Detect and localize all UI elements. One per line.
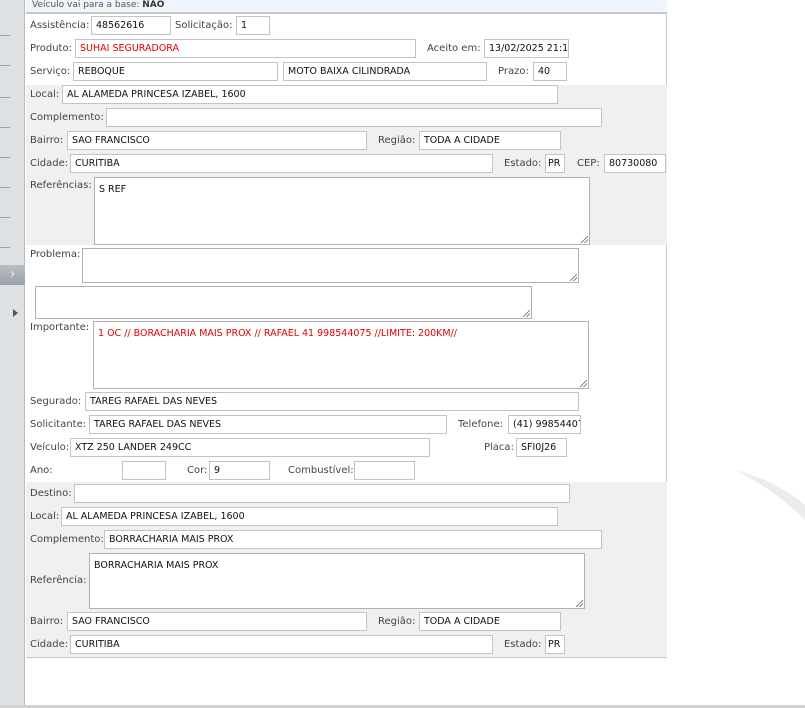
dest-cidade-field[interactable]: CURITIBA [70, 635, 493, 654]
watermark-arc [735, 470, 805, 520]
dest-complemento-label: Complemento: [30, 534, 104, 545]
referencias-label: Referências: [30, 180, 92, 191]
prazo-field[interactable]: 40 [533, 62, 567, 81]
cidade-field[interactable]: CURITIBA [70, 154, 493, 173]
prazo-label: Prazo: [498, 66, 529, 77]
servico-field[interactable]: REBOQUE [73, 62, 278, 81]
dest-referencia-textarea[interactable]: BORRACHARIA MAIS PROX [89, 553, 585, 609]
divider [0, 127, 10, 128]
divider [0, 247, 10, 248]
dest-cidade-label: Cidade: [30, 639, 69, 650]
importante-textarea[interactable]: 1 OC // BORACHARIA MAIS PROX // RAFAEL 4… [93, 321, 589, 389]
telefone-label: Telefone: [458, 419, 503, 430]
servico-tipo-field[interactable]: MOTO BAIXA CILINDRADA [283, 62, 487, 81]
dest-local-field[interactable]: AL ALAMEDA PRINCESA IZABEL, 1600 [61, 507, 558, 526]
combustivel-field[interactable] [354, 461, 415, 480]
divider [0, 97, 10, 98]
placa-field[interactable]: SFI0J26 [516, 438, 567, 457]
cidade-label: Cidade: [30, 158, 69, 169]
dest-regiao-label: Região: [378, 616, 416, 627]
cor-field[interactable]: 9 [209, 461, 270, 480]
bairro-field[interactable]: SAO FRANCISCO [67, 131, 367, 150]
destino-label: Destino: [30, 488, 72, 499]
local-field[interactable]: AL ALAMEDA PRINCESA IZABEL, 1600 [62, 85, 558, 104]
estado-field[interactable]: PR [545, 154, 565, 173]
solicitacao-field[interactable]: 1 [236, 16, 270, 35]
aceito-field[interactable]: 13/02/2025 21:10 [484, 39, 569, 58]
produto-field[interactable]: SUHAI SEGURADORA [75, 39, 416, 58]
solicitacao-label: Solicitação: [175, 20, 233, 31]
dest-bairro-label: Bairro: [30, 616, 64, 627]
produto-label: Produto: [30, 43, 72, 54]
chevron-right-icon: › [9, 266, 16, 282]
assistencia-field[interactable]: 48562616 [91, 16, 171, 35]
importante-label: Importante: [30, 322, 90, 333]
dest-complemento-field[interactable]: BORRACHARIA MAIS PROX [104, 530, 602, 549]
assistencia-label: Assistência: [30, 20, 90, 31]
telefone-field[interactable]: (41) 998544075 [508, 415, 581, 434]
solicitante-field[interactable]: TAREG RAFAEL DAS NEVES [89, 415, 447, 434]
divider [0, 217, 10, 218]
dest-local-label: Local: [30, 511, 60, 522]
aceito-label: Aceito em: [427, 43, 481, 54]
combustivel-label: Combustível: [288, 465, 354, 476]
cep-field[interactable]: 80730080 [604, 154, 666, 173]
base-status-bar: Veículo vai para a base: NAO [26, 0, 667, 14]
dest-estado-label: Estado: [504, 639, 542, 650]
dest-estado-field[interactable]: PR [545, 635, 565, 654]
divider [0, 65, 10, 66]
triangle-right-icon[interactable] [13, 309, 18, 317]
segurado-field[interactable]: TAREG RAFAEL DAS NEVES [85, 392, 579, 411]
veiculo-field[interactable]: XTZ 250 LANDER 249CC [70, 438, 430, 457]
left-sidebar [0, 0, 25, 708]
solicitante-label: Solicitante: [30, 419, 87, 430]
placa-label: Placa: [484, 442, 514, 453]
divider [0, 187, 10, 188]
cep-label: CEP: [577, 158, 600, 169]
estado-label: Estado: [504, 158, 542, 169]
servico-label: Serviço: [30, 66, 71, 77]
divider [0, 157, 10, 158]
problema-textarea[interactable] [82, 248, 579, 283]
destino-field[interactable] [74, 484, 570, 503]
referencias-textarea[interactable]: S REF [94, 177, 590, 245]
ano-label: Ano: [30, 465, 53, 476]
problema-label: Problema: [30, 249, 81, 260]
regiao-field[interactable]: TODA A CIDADE [419, 131, 561, 150]
base-value: NAO [142, 0, 165, 10]
dest-referencia-label: Referência: [30, 575, 87, 586]
divider [0, 35, 10, 36]
cor-label: Cor: [187, 465, 208, 476]
extra-textarea[interactable] [35, 286, 532, 319]
dest-regiao-field[interactable]: TODA A CIDADE [419, 612, 561, 631]
segurado-label: Segurado: [30, 396, 82, 407]
regiao-label: Região: [378, 135, 416, 146]
veiculo-label: Veículo: [30, 442, 70, 453]
complemento-label: Complemento: [30, 112, 104, 123]
complemento-field[interactable] [106, 108, 602, 127]
bairro-label: Bairro: [30, 135, 64, 146]
local-label: Local: [30, 89, 60, 100]
expand-sidebar-button[interactable]: › [0, 265, 25, 285]
base-label: Veículo vai para a base: [32, 0, 140, 10]
ano-field[interactable] [122, 461, 166, 480]
dest-bairro-field[interactable]: SAO FRANCISCO [67, 612, 367, 631]
